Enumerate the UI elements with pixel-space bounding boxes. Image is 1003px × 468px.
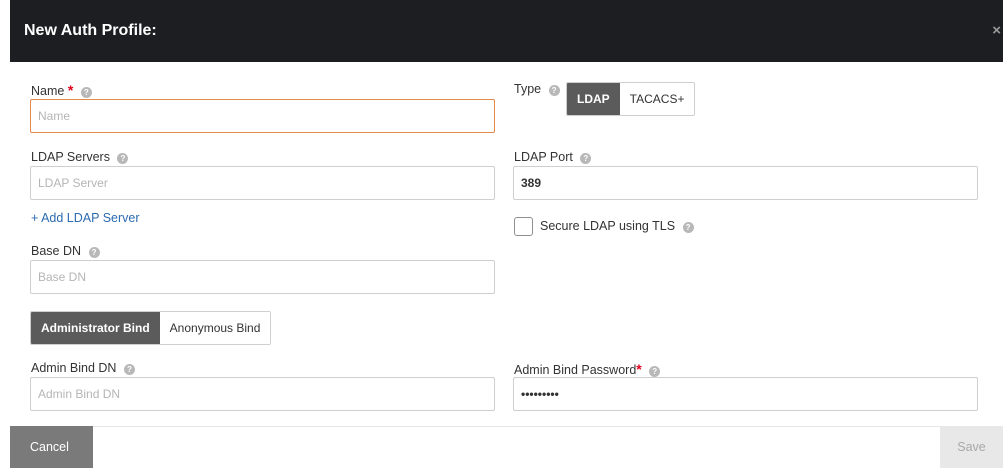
bind-mode-toggle: Administrator Bind Anonymous Bind (30, 311, 272, 345)
name-label: Name * ? (31, 82, 92, 98)
cancel-button[interactable]: Cancel (10, 426, 93, 468)
type-toggle: LDAP TACACS+ (566, 82, 696, 116)
dialog-footer (10, 426, 1003, 468)
close-icon[interactable]: × (992, 22, 1001, 39)
admin-bind-password-input[interactable] (513, 377, 978, 411)
name-help-icon[interactable]: ? (80, 87, 92, 98)
admin-bind-password-required-mark: * (636, 361, 642, 377)
secure-ldap-checkbox[interactable] (514, 217, 533, 236)
ldap-servers-label: LDAP Servers ? (31, 150, 129, 164)
admin-bind-dn-label-text: Admin Bind DN (31, 361, 117, 375)
secure-ldap-label: Secure LDAP using TLS ? (540, 219, 694, 233)
bind-option-administrator[interactable]: Administrator Bind (31, 312, 160, 344)
type-option-tacacs[interactable]: TACACS+ (619, 83, 695, 115)
ldap-port-help-icon[interactable]: ? (580, 153, 592, 164)
name-label-text: Name (31, 84, 65, 98)
ldap-port-label: LDAP Port ? (514, 150, 592, 164)
add-ldap-server-link[interactable]: + Add LDAP Server (31, 211, 140, 225)
secure-ldap-help-icon[interactable]: ? (682, 222, 694, 233)
name-required-mark: * (67, 82, 74, 98)
admin-bind-dn-help-icon[interactable]: ? (123, 364, 135, 375)
admin-bind-dn-label: Admin Bind DN ? (31, 361, 135, 375)
type-label: Type ? (514, 82, 560, 96)
type-label-text: Type (514, 82, 542, 96)
dialog-title: New Auth Profile: (24, 22, 157, 39)
name-input[interactable] (30, 99, 495, 133)
dialog-left-edge (0, 62, 10, 468)
ldap-servers-help-icon[interactable]: ? (117, 153, 129, 164)
ldap-port-input[interactable] (513, 166, 978, 200)
ldap-port-label-text: LDAP Port (514, 150, 573, 164)
admin-bind-password-help-icon[interactable]: ? (649, 366, 661, 377)
base-dn-label-text: Base DN (31, 244, 82, 258)
save-button[interactable]: Save (940, 426, 1003, 468)
admin-bind-password-label: Admin Bind Password* ? (514, 361, 661, 377)
admin-bind-password-label-text: Admin Bind Password (514, 363, 637, 377)
bind-option-anonymous[interactable]: Anonymous Bind (159, 312, 271, 344)
ldap-server-input[interactable] (30, 166, 495, 200)
type-option-ldap[interactable]: LDAP (567, 83, 620, 115)
type-help-icon[interactable]: ? (548, 85, 560, 96)
base-dn-help-icon[interactable]: ? (88, 247, 100, 258)
admin-bind-dn-input[interactable] (30, 377, 495, 411)
base-dn-input[interactable] (30, 260, 495, 294)
dialog-header: New Auth Profile: × (10, 0, 1003, 62)
base-dn-label: Base DN ? (31, 244, 100, 258)
secure-ldap-label-text: Secure LDAP using TLS (540, 219, 676, 233)
ldap-servers-label-text: LDAP Servers (31, 150, 110, 164)
